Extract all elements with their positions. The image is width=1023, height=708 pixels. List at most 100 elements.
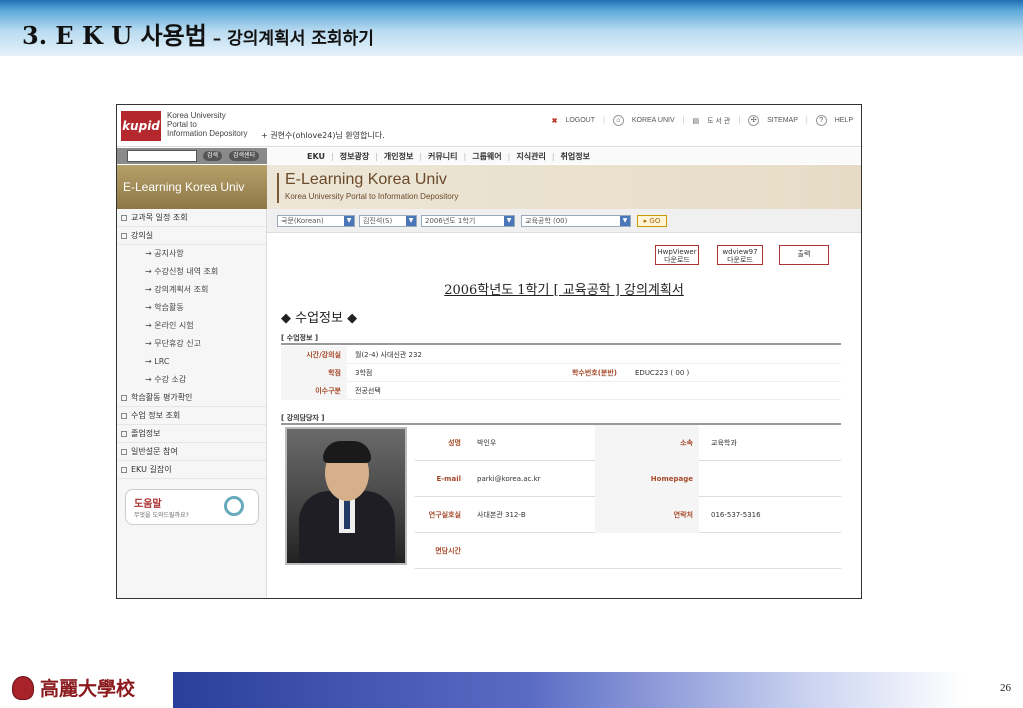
help-link[interactable]: HELP (835, 117, 853, 124)
bullet-icon (121, 413, 127, 419)
office-hours-label: 면담시간 (435, 547, 461, 555)
helpdesk-title: 도움말 (134, 499, 162, 510)
bullet-icon (121, 215, 127, 221)
divider: | (682, 117, 685, 124)
go-button[interactable]: ▸ GO (637, 215, 667, 227)
filter-bar: 국문(Korean) ▼ 김진석(S) ▼ 2006년도 1학기 ▼ 교육공학 (00… (267, 209, 861, 233)
chevron-down-icon: ▼ (620, 216, 630, 226)
go-label: GO (649, 217, 661, 225)
search-bar: 검색 검색센터 (117, 148, 267, 164)
syllabus-title: 2006학년도 1학기 [ 교육공학 ] 강의계획서 (444, 283, 684, 298)
menu-info-plaza[interactable]: 정보광장 (340, 151, 369, 162)
sidebar: 교과목 일정 조회 강의실 → 공지사항 → 수강신청 내역 조회 → 강의계획… (117, 209, 267, 598)
magnifier-icon (224, 496, 244, 516)
brand-subtitle: Korea University Portal to Information D… (285, 192, 459, 201)
home-icon: ⌂ (612, 115, 624, 126)
credit-value: 3학점 (355, 369, 373, 377)
menu-community[interactable]: 커뮤니티 (428, 151, 457, 162)
main-content: 국문(Korean) ▼ 김진석(S) ▼ 2006년도 1학기 ▼ 교육공학 (00… (267, 209, 861, 598)
hwpviewer-download-button[interactable]: HwpViewer 다운로드 (655, 245, 699, 265)
course-select[interactable]: 교육공학 (00) ▼ (521, 215, 631, 227)
select-value: 2006년도 1학기 (425, 217, 476, 225)
divider (281, 343, 841, 345)
homepage-label: Homepage (595, 461, 699, 497)
course-type-label: 이수구분 (281, 382, 347, 400)
sidebar-item-guide[interactable]: EKU 길잡이 (117, 461, 266, 479)
sidebar-item-graduation[interactable]: 졸업정보 (117, 425, 266, 443)
korea-univ-link[interactable]: KOREA UNIV (632, 117, 675, 124)
contact-label: 연락처 (595, 497, 699, 533)
sidebar-item-syllabus[interactable]: → 강의계획서 조회 (117, 281, 266, 299)
logout-link[interactable]: LOGOUT (565, 117, 595, 124)
logo-caption: Korea University Portal to Information D… (167, 111, 247, 138)
sidebar-item-activity[interactable]: → 학습활동 (117, 299, 266, 317)
sidebar-item-label: EKU 길잡이 (131, 465, 172, 474)
divider: | (551, 151, 555, 161)
university-seal-icon (12, 675, 34, 700)
table-row: 이수구분 전공선택 (281, 382, 841, 400)
class-info-label: [ 수업정보 ] (281, 334, 319, 342)
table-row: 시간/강의실 월(2-4) 사대신관 232 (281, 346, 841, 364)
instructor-row: 성명 박인우 소속 교육학과 (415, 425, 841, 461)
slide-title-sub: – 강의계획서 조회하기 (206, 29, 374, 49)
bullet-icon (121, 467, 127, 473)
sidebar-item-lrc[interactable]: → LRC (117, 353, 266, 371)
bullet-icon (121, 449, 127, 455)
term-select[interactable]: 2006년도 1학기 ▼ (421, 215, 515, 227)
search-center-button[interactable]: 검색센터 (229, 151, 260, 161)
language-select[interactable]: 국문(Korean) ▼ (277, 215, 355, 227)
menu-jobs[interactable]: 취업정보 (561, 151, 590, 162)
divider: | (738, 117, 741, 124)
sidebar-item-label: 졸업정보 (131, 429, 161, 438)
button-line: wdview97 (722, 248, 758, 256)
sidebar-item-classroom[interactable]: 강의실 (117, 227, 266, 245)
menu-personal[interactable]: 개인정보 (384, 151, 413, 162)
sidebar-item-notice[interactable]: → 공지사항 (117, 245, 266, 263)
sidebar-item-schedule[interactable]: 교과목 일정 조회 (117, 209, 266, 227)
sidebar-item-online-exam[interactable]: → 온라인 시험 (117, 317, 266, 335)
sidebar-item-evaluation[interactable]: 학습활동 평가확인 (117, 389, 266, 407)
sitemap-icon: ✣ (748, 115, 760, 126)
menu-eku[interactable]: EKU (307, 152, 325, 161)
email-value[interactable]: parki@korea.ac.kr (477, 461, 541, 497)
welcome-text: + 권현수(ohlove24)님 환영합니다. (261, 131, 385, 140)
sidebar-item-survey[interactable]: 일반설문 참여 (117, 443, 266, 461)
portal-topbar: kupid Korea University Portal to Informa… (117, 105, 861, 147)
logo-caption-line: Korea University (167, 111, 226, 120)
university-name: 高麗大學校 (40, 678, 136, 700)
search-button[interactable]: 검색 (203, 151, 223, 161)
button-line: 다운로드 (727, 256, 753, 264)
professor-select[interactable]: 김진석(S) ▼ (359, 215, 417, 227)
menu-knowledge[interactable]: 지식관리 (516, 151, 545, 162)
instructor-row: 면담시간 (415, 533, 841, 569)
photo-hair (323, 441, 371, 463)
library-link[interactable]: 도 서 관 (707, 116, 730, 126)
kupid-logo[interactable]: kupid (121, 111, 161, 141)
logo-caption-line: Information Depository (167, 129, 248, 138)
sidebar-item-label: 학습활동 평가확인 (131, 393, 193, 402)
sidebar-item-class-info[interactable]: 수업 정보 조회 (117, 407, 266, 425)
footer-bar (173, 672, 963, 708)
top-links: ✖ LOGOUT | ⌂ KOREA UNIV | ▤ 도 서 관 | ✣ SI… (552, 115, 853, 126)
wdview-download-button[interactable]: wdview97 다운로드 (717, 245, 763, 265)
divider: | (805, 117, 808, 124)
helpdesk-box[interactable]: 도움말 무엇을 도와드릴까요? (125, 489, 259, 525)
button-line: HwpViewer (657, 248, 697, 256)
menu-groupware[interactable]: 그룹웨어 (472, 151, 501, 162)
sidebar-item-cancel-report[interactable]: → 무단휴강 신고 (117, 335, 266, 353)
dept-label: 소속 (595, 425, 699, 461)
logo-caption-line: Portal to (167, 120, 197, 129)
course-number-value: EDUC223 ( 00 ) (635, 369, 690, 377)
time-label: 시간/강의실 (281, 346, 347, 364)
sidebar-item-review[interactable]: → 수강 소감 (117, 371, 266, 389)
main-menu: EKU | 정보광장 | 개인정보 | 커뮤니티 | 그룹웨어 | 지식관리 | 취업정보 (267, 148, 861, 164)
print-button[interactable]: 출력 (779, 245, 829, 265)
time-value: 월(2-4) 사대신관 232 (355, 351, 422, 359)
chevron-down-icon: ▼ (406, 216, 416, 226)
lab-label: 연구실호실 (428, 511, 461, 519)
divider: | (463, 151, 467, 161)
sidebar-item-enrollment[interactable]: → 수강신청 내역 조회 (117, 263, 266, 281)
search-input[interactable] (127, 150, 197, 162)
divider: | (507, 151, 511, 161)
sitemap-link[interactable]: SITEMAP (767, 117, 798, 124)
